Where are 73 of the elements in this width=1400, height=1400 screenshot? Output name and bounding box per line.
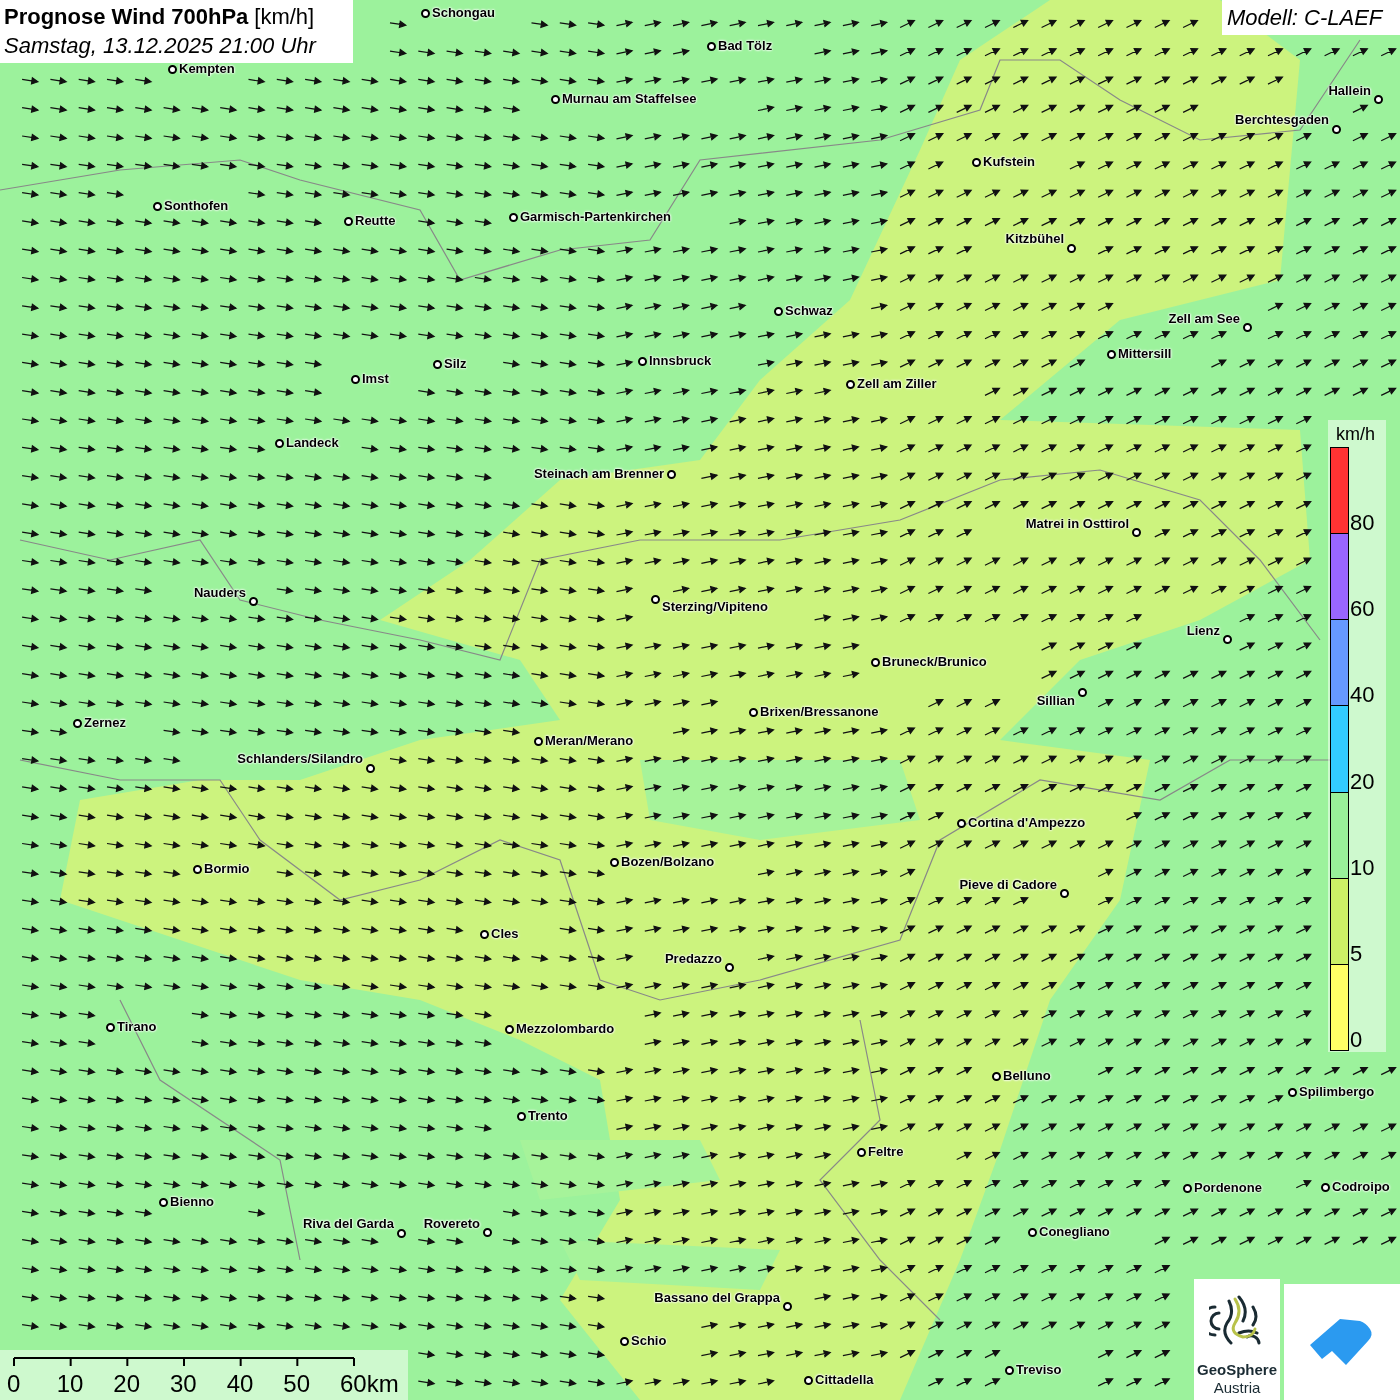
city-label: Reutte (355, 213, 396, 229)
scale-label: 10 (56, 1370, 84, 1398)
city-label: Sillian (1036, 693, 1075, 709)
city-label: Codroipo (1332, 1179, 1390, 1195)
city-label: Pieve di Cadore (959, 877, 1057, 893)
city-label: Innsbruck (649, 353, 712, 369)
city-label: Bad Tölz (718, 38, 773, 54)
city-label: Kufstein (983, 154, 1035, 170)
city-label: Belluno (1003, 1068, 1051, 1084)
forecast-time: Samstag, 13.12.2025 21:00 Uhr (4, 32, 318, 60)
city-label: Kempten (179, 61, 235, 77)
scale-label: 40 (226, 1370, 254, 1398)
city-label: Pordenone (1194, 1180, 1262, 1196)
city-label: Bienno (170, 1194, 215, 1210)
city-label: Feltre (868, 1144, 904, 1160)
city-label: Cittadella (815, 1372, 874, 1388)
city-label: Meran/Merano (545, 733, 634, 749)
city-label: Imst (362, 371, 389, 387)
legend-value: 40 (1350, 683, 1375, 708)
city-label: Predazzo (664, 951, 722, 967)
scale-label: 60km (340, 1370, 399, 1398)
city-label: Mittersill (1118, 346, 1172, 362)
city-label: Schwaz (785, 303, 833, 319)
city-label: Treviso (1016, 1362, 1062, 1378)
city-label: Riva del Garda (302, 1216, 394, 1232)
city-label: Schlanders/Silandro (237, 751, 363, 767)
city-label: Kitzbühel (1005, 231, 1064, 247)
city-label: Cortina d'Ampezzo (968, 815, 1086, 831)
city-label: Sterzing/Vipiteno (662, 599, 768, 615)
scale-label: 30 (170, 1370, 197, 1398)
legend-value: 60 (1350, 597, 1375, 622)
city-label: Zernez (84, 715, 126, 731)
logo-text: GeoSphere (1197, 1361, 1277, 1379)
model-label: Modell: C-LAEF (1222, 0, 1400, 35)
city-label: Bruneck/Brunico (882, 654, 987, 670)
legend-value: 80 (1350, 511, 1375, 536)
city-label: Bormio (204, 861, 250, 877)
city-label: Nauders (193, 585, 246, 601)
city-label: Trento (528, 1108, 568, 1124)
city-label: Matrei in Osttirol (1025, 516, 1129, 532)
unit-label: [km/h] (254, 3, 315, 31)
scale-label: 0 (7, 1370, 21, 1398)
city-label: Lienz (1186, 623, 1220, 639)
city-label: Murnau am Staffelsee (562, 91, 697, 107)
legend-value: 0 (1350, 1028, 1363, 1052)
legend-value: 20 (1350, 769, 1375, 794)
city-label: Spilimbergo (1299, 1084, 1375, 1100)
city-label: Steinach am Brenner (533, 466, 664, 482)
city-label: Brixen/Bressanone (760, 704, 879, 720)
city-label: Zell am Ziller (857, 376, 937, 392)
legend-unit: km/h (1336, 423, 1375, 445)
map-title: Prognose Wind 700hPa (4, 3, 249, 31)
scale-label: 50 (283, 1370, 311, 1398)
city-label: Cles (491, 926, 519, 942)
city-label: Rovereto (423, 1216, 480, 1232)
city-label: Bassano del Grappa (654, 1290, 780, 1306)
city-label: Conegliano (1039, 1224, 1110, 1240)
city-label: Sonthofen (164, 198, 229, 214)
city-label: Bozen/Bolzano (621, 854, 715, 870)
city-label: Berchtesgaden (1235, 112, 1329, 128)
city-label: Garmisch-Partenkirchen (520, 209, 671, 225)
city-label: Landeck (286, 435, 339, 451)
scale-label: 20 (113, 1370, 141, 1398)
city-label: Schio (631, 1333, 667, 1349)
city-label: Zell am See (1168, 311, 1240, 327)
logo-text: Austria (1213, 1379, 1261, 1397)
city-label: Hallein (1328, 83, 1371, 99)
legend-value: 5 (1350, 941, 1363, 966)
city-label: Mezzolombardo (516, 1021, 615, 1037)
city-label: Tirano (117, 1019, 157, 1035)
legend-value: 10 (1350, 855, 1375, 880)
city-label: Silz (444, 356, 467, 372)
city-label: Schongau (432, 5, 495, 21)
